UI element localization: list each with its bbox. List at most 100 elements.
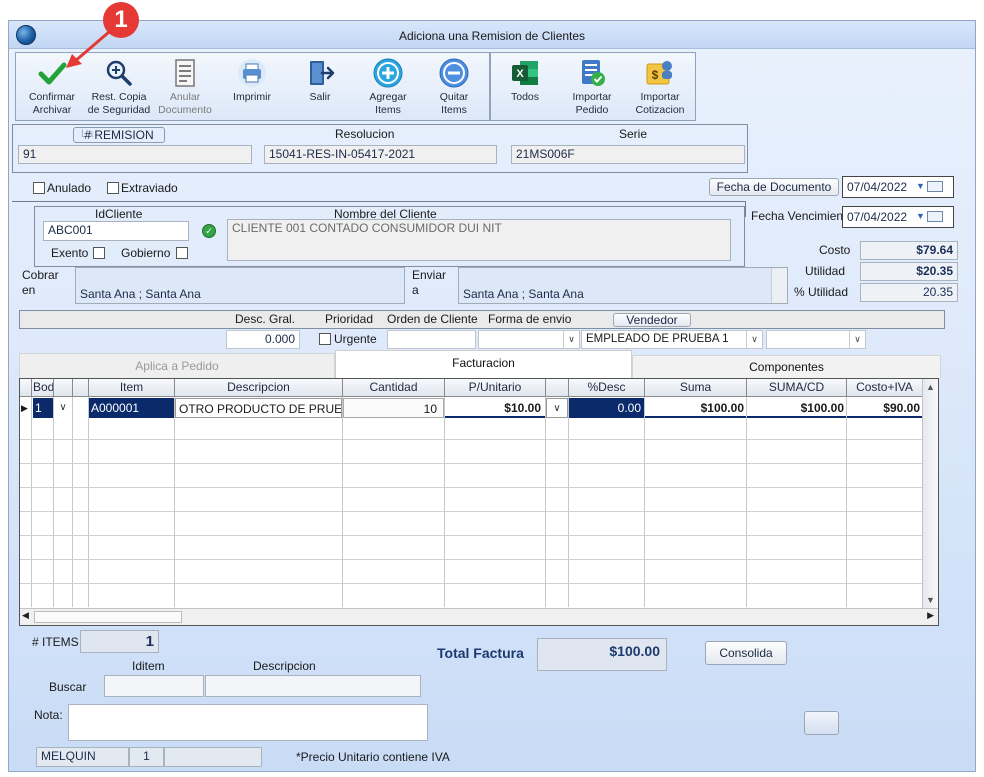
col-header-bodega[interactable]: Bodeg [32, 379, 54, 397]
grid-column-line [31, 397, 32, 607]
row-indicator-icon: ▶ [21, 403, 28, 413]
tab-facturacion[interactable]: Facturacion [335, 350, 632, 378]
calendar-dropdown-icon[interactable]: ▼ [916, 211, 952, 223]
tab-aplica-pedido[interactable]: Aplica a Pedido [19, 353, 335, 378]
scroll-left-icon[interactable]: ◀ [22, 610, 29, 621]
tool-label: Importar [640, 91, 680, 103]
printer-icon [238, 59, 266, 87]
desc-gral-value: 0.000 [264, 332, 295, 346]
urgente-checkbox[interactable] [319, 333, 331, 345]
total-factura-label: Total Factura [437, 645, 524, 661]
salir-button[interactable]: Salir [289, 57, 351, 104]
col-header-costo-iva[interactable]: Costo+IVA [847, 379, 923, 397]
gobierno-checkbox[interactable] [176, 247, 188, 259]
anular-documento-button[interactable]: Anular Documento [153, 57, 217, 117]
col-header-blank[interactable] [546, 379, 569, 397]
cell-costo-iva[interactable]: $90.00 [847, 398, 922, 418]
quitar-items-button[interactable]: Quitar Items [423, 57, 485, 117]
grid-column-line [342, 397, 343, 607]
resolucion-field[interactable]: 15041-RES-IN-05417-2021 [264, 145, 497, 164]
tab-bar: Aplica a Pedido Facturacion Componentes [19, 350, 941, 378]
grid-row-line [20, 583, 922, 584]
agregar-items-button[interactable]: Agregar Items [355, 57, 421, 117]
col-header-suma-cd[interactable]: SUMA/CD [747, 379, 847, 397]
grid-vertical-scrollbar[interactable]: ▲ ▼ [922, 379, 938, 608]
scroll-right-icon[interactable]: ▶ [927, 610, 934, 621]
cell-desc[interactable]: 0.00 [569, 398, 644, 418]
blank-action-button[interactable] [804, 711, 839, 735]
idcliente-field[interactable]: ABC001 [43, 221, 189, 241]
exento-checkbox[interactable] [93, 247, 105, 259]
col-header-blank[interactable] [73, 379, 89, 397]
search-descripcion-input[interactable] [205, 675, 421, 697]
cell-punitario[interactable]: $10.00 [445, 398, 545, 418]
exit-door-icon [310, 61, 335, 85]
cell-cantidad[interactable]: 10 [343, 398, 444, 418]
calendar-dropdown-icon[interactable]: ▼ [916, 181, 952, 193]
grid-column-line [444, 397, 445, 607]
scroll-thumb[interactable] [34, 611, 182, 623]
fecha-documento-value: 07/04/2022 [847, 180, 908, 194]
cell-precio-dropdown[interactable]: ∨ [546, 398, 568, 418]
cell-bodega[interactable]: 1 [33, 398, 53, 418]
nota-textarea[interactable] [68, 704, 428, 741]
search-iditem-input[interactable] [104, 675, 204, 697]
grid-row-line [20, 535, 922, 536]
tab-componentes[interactable]: Componentes [632, 355, 941, 378]
col-header-cantidad[interactable]: Cantidad [343, 379, 445, 397]
orden-cliente-label: Orden de Cliente [387, 312, 478, 326]
imprimir-button[interactable]: Imprimir [221, 57, 283, 104]
col-header-descripcion[interactable]: Descripcion [175, 379, 343, 397]
tab-label: Facturacion [452, 356, 515, 370]
col-header-suma[interactable]: Suma [645, 379, 747, 397]
vendedor-secondary-select[interactable]: ∨ [766, 330, 866, 349]
anulado-checkbox[interactable] [33, 182, 45, 194]
enviar-scrollbar[interactable] [771, 268, 787, 303]
col-header-punitario[interactable]: P/Unitario [445, 379, 546, 397]
grid-row-indicator-header [20, 379, 32, 397]
col-header-item[interactable]: Item [89, 379, 175, 397]
cobrar-label-line: en [22, 283, 36, 297]
col-header-blank[interactable] [54, 379, 73, 397]
nombre-cliente-field[interactable]: CLIENTE 001 CONTADO CONSUMIDOR DUI NIT [227, 219, 731, 261]
cell-suma-cd[interactable]: $100.00 [747, 398, 846, 418]
cell-descripcion[interactable]: OTRO PRODUCTO DE PRUE [175, 398, 342, 418]
serie-field[interactable]: 21MS006F [511, 145, 745, 164]
fecha-vencimiento-value: 07/04/2022 [847, 210, 908, 224]
importar-cotizacion-button[interactable]: $ Importar Cotizacion [628, 57, 692, 117]
items-grid[interactable]: Bodeg Item Descripcion Cantidad P/Unitar… [19, 378, 939, 626]
tool-label: Rest. Copia [91, 91, 147, 103]
forma-envio-select[interactable]: ∨ [478, 330, 580, 349]
orden-cliente-field[interactable] [387, 330, 476, 349]
cell-suma[interactable]: $100.00 [645, 398, 746, 418]
desc-gral-field[interactable]: 0.000 [226, 330, 300, 349]
vendedor-button[interactable]: Vendedor [613, 313, 691, 327]
fecha-documento-button[interactable]: Fecha de Documento [709, 178, 839, 196]
table-row[interactable]: ▶ 1 ∨ A000001 OTRO PRODUCTO DE PRUE 10 $… [20, 398, 922, 418]
items-count-value: 1 [145, 633, 154, 650]
grid-horizontal-scrollbar[interactable]: ◀ ▶ [20, 608, 938, 625]
scroll-down-icon[interactable]: ▼ [923, 592, 938, 608]
enviar-field[interactable]: Santa Ana ; Santa Ana [458, 267, 788, 304]
scroll-up-icon[interactable]: ▲ [923, 379, 938, 395]
cobrar-field[interactable]: Santa Ana ; Santa Ana [75, 267, 405, 304]
extraviado-checkbox[interactable] [107, 182, 119, 194]
serie-label: Serie [619, 127, 648, 141]
remision-button[interactable]: # REMISION [73, 127, 165, 143]
importar-pedido-button[interactable]: Importar Pedido [560, 57, 624, 117]
grid-column-line [88, 397, 89, 607]
tool-label: Agregar [369, 91, 407, 103]
cell-blank[interactable] [73, 398, 88, 418]
divider [745, 201, 746, 217]
cell-item[interactable]: A000001 [89, 398, 174, 418]
precio-iva-note: *Precio Unitario contiene IVA [296, 750, 450, 764]
total-factura-value: $100.00 [609, 643, 660, 659]
todos-excel-button[interactable]: X Todos [494, 57, 556, 104]
tool-label: Archivar [32, 104, 72, 116]
remision-number-field[interactable]: 91 [18, 145, 252, 164]
vendedor-select[interactable]: EMPLEADO DE PRUEBA 1 ∨ [581, 330, 763, 349]
consolida-button[interactable]: Consolida [705, 641, 787, 665]
cell-bodega-dropdown[interactable]: ∨ [54, 398, 72, 418]
cobrar-label-line: Cobrar [22, 268, 59, 282]
col-header-desc[interactable]: %Desc [569, 379, 645, 397]
